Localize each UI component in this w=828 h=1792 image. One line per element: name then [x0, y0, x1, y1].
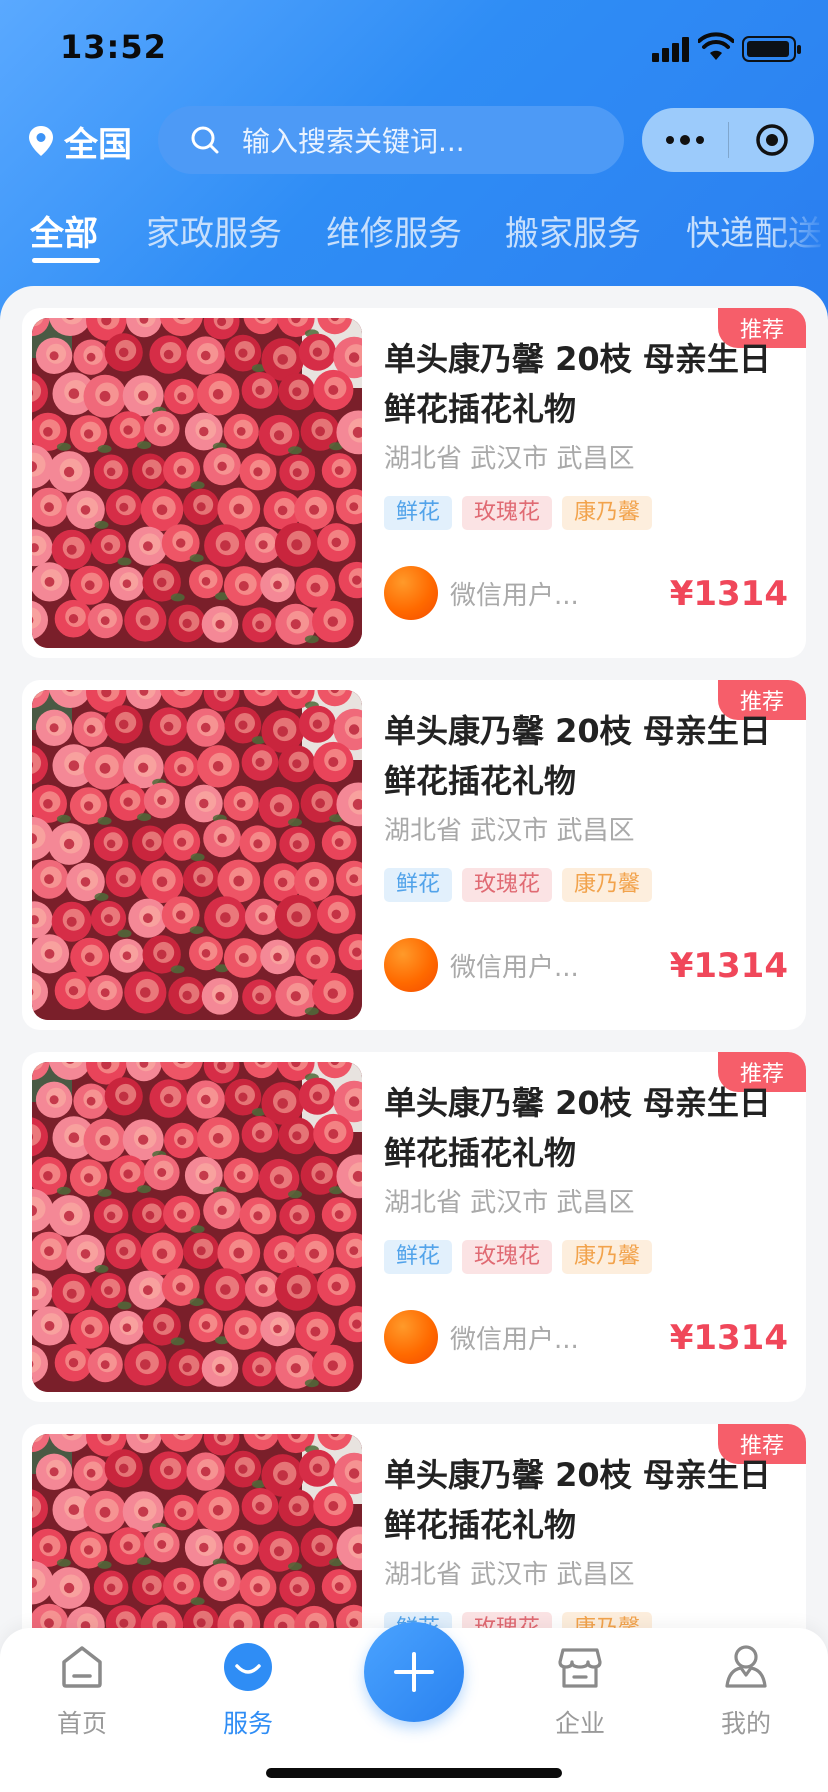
service-icon [224, 1643, 272, 1691]
active-tab-indicator [32, 258, 100, 263]
listing-user[interactable]: 微信用户... [384, 1310, 579, 1364]
listing-address: 湖北省 武汉市 武昌区 [384, 1560, 635, 1590]
listing-price: ¥1314 [669, 574, 788, 614]
tab-housekeeping[interactable]: 家政服务 [146, 206, 282, 255]
search-icon [191, 126, 219, 154]
listing-tags: 鲜花玫瑰花康乃馨 [384, 496, 662, 530]
listing-card[interactable]: 推荐单头康乃馨 20枝 母亲生日鲜花插花礼物湖北省 武汉市 武昌区鲜花玫瑰花康乃… [22, 680, 806, 1030]
listing-tag: 康乃馨 [562, 496, 653, 530]
listing-tags: 鲜花玫瑰花康乃馨 [384, 1240, 662, 1274]
listing-price: ¥1314 [669, 946, 788, 986]
listing-tag: 康乃馨 [562, 1240, 653, 1274]
target-icon [755, 124, 788, 156]
flower-photo [32, 318, 362, 648]
tab-moving[interactable]: 搬家服务 [505, 206, 641, 255]
location-selector[interactable]: 全国 [26, 118, 132, 165]
listing-title: 单头康乃馨 20枝 母亲生日鲜花插花礼物 [384, 1084, 771, 1172]
search-input[interactable]: 输入搜索关键词... [158, 106, 624, 174]
tab-repair[interactable]: 维修服务 [326, 206, 462, 255]
listing-card[interactable]: 推荐单头康乃馨 20枝 母亲生日鲜花插花礼物湖北省 武汉市 武昌区鲜花玫瑰花康乃… [22, 308, 806, 658]
status-bar: 13:52 [0, 0, 828, 96]
avatar [384, 566, 438, 620]
avatar [384, 938, 438, 992]
search-placeholder: 输入搜索关键词... [242, 125, 465, 158]
nav-mine[interactable]: 我的 [686, 1642, 806, 1740]
close-miniprogram-button[interactable] [729, 108, 814, 172]
listing-address: 湖北省 武汉市 武昌区 [384, 816, 635, 846]
tab-all[interactable]: 全部 [30, 206, 98, 255]
category-tabs: 全部 家政服务 维修服务 搬家服务 快递配送 [0, 206, 828, 266]
listing-tag: 鲜花 [384, 1240, 453, 1274]
listing-title: 单头康乃馨 20枝 母亲生日鲜花插花礼物 [384, 340, 771, 428]
user-name: 微信用户... [450, 580, 579, 611]
listing-tag: 鲜花 [384, 868, 453, 902]
nav-home-label: 首页 [56, 1709, 107, 1738]
listing-image[interactable] [32, 690, 362, 1020]
store-icon [558, 1648, 602, 1688]
user-name: 微信用户... [450, 952, 579, 983]
battery-icon [742, 36, 801, 62]
user-icon [725, 1645, 767, 1688]
listing-user[interactable]: 微信用户... [384, 938, 579, 992]
tabs-fade [768, 200, 828, 270]
nav-service[interactable]: 服务 [188, 1642, 308, 1740]
listing-tag: 鲜花 [384, 496, 453, 530]
nav-home[interactable]: 首页 [22, 1642, 142, 1740]
wifi-icon [698, 32, 734, 60]
listing-address: 湖北省 武汉市 武昌区 [384, 1188, 635, 1218]
listing-feed[interactable]: 推荐 单头康乃馨 20枝 母亲生日鲜花插花礼物 湖北省 武汉市 武昌区 鲜花 玫瑰花 康乃… [0, 286, 828, 1792]
nav-enterprise[interactable]: 企业 [520, 1642, 640, 1740]
add-post-button[interactable] [364, 1622, 464, 1722]
listing-image[interactable] [32, 318, 362, 648]
listing-image[interactable] [32, 1062, 362, 1392]
listing-tags: 鲜花玫瑰花康乃馨 [384, 868, 662, 902]
home-indicator [266, 1768, 562, 1778]
more-menu-button[interactable] [642, 108, 728, 172]
nav-mine-label: 我的 [720, 1709, 771, 1738]
listing-address: 湖北省 武汉市 武昌区 [384, 444, 635, 474]
listing-title: 单头康乃馨 20枝 母亲生日鲜花插花礼物 [384, 712, 771, 800]
listing-tag: 康乃馨 [562, 868, 653, 902]
flower-photo [32, 690, 362, 1020]
avatar [384, 1310, 438, 1364]
home-icon [62, 1646, 102, 1688]
user-name: 微信用户... [450, 1324, 579, 1355]
location-pin-icon [29, 126, 53, 156]
cellular-signal-icon [652, 36, 692, 62]
listing-user[interactable]: 微信用户... [384, 566, 579, 620]
listing-price: ¥1314 [669, 1318, 788, 1358]
listing-title: 单头康乃馨 20枝 母亲生日鲜花插花礼物 [384, 1456, 771, 1544]
listing-tag: 玫瑰花 [462, 1240, 553, 1274]
flower-photo [32, 1062, 362, 1392]
status-time: 13:52 [60, 28, 167, 66]
location-label: 全国 [64, 124, 132, 165]
listing-tag: 玫瑰花 [462, 868, 553, 902]
listing-tag: 玫瑰花 [462, 496, 553, 530]
nav-service-label: 服务 [222, 1709, 273, 1738]
listing-card[interactable]: 推荐单头康乃馨 20枝 母亲生日鲜花插花礼物湖北省 武汉市 武昌区鲜花玫瑰花康乃… [22, 1052, 806, 1402]
miniprogram-capsule [642, 108, 814, 172]
nav-enterprise-label: 企业 [554, 1709, 605, 1738]
